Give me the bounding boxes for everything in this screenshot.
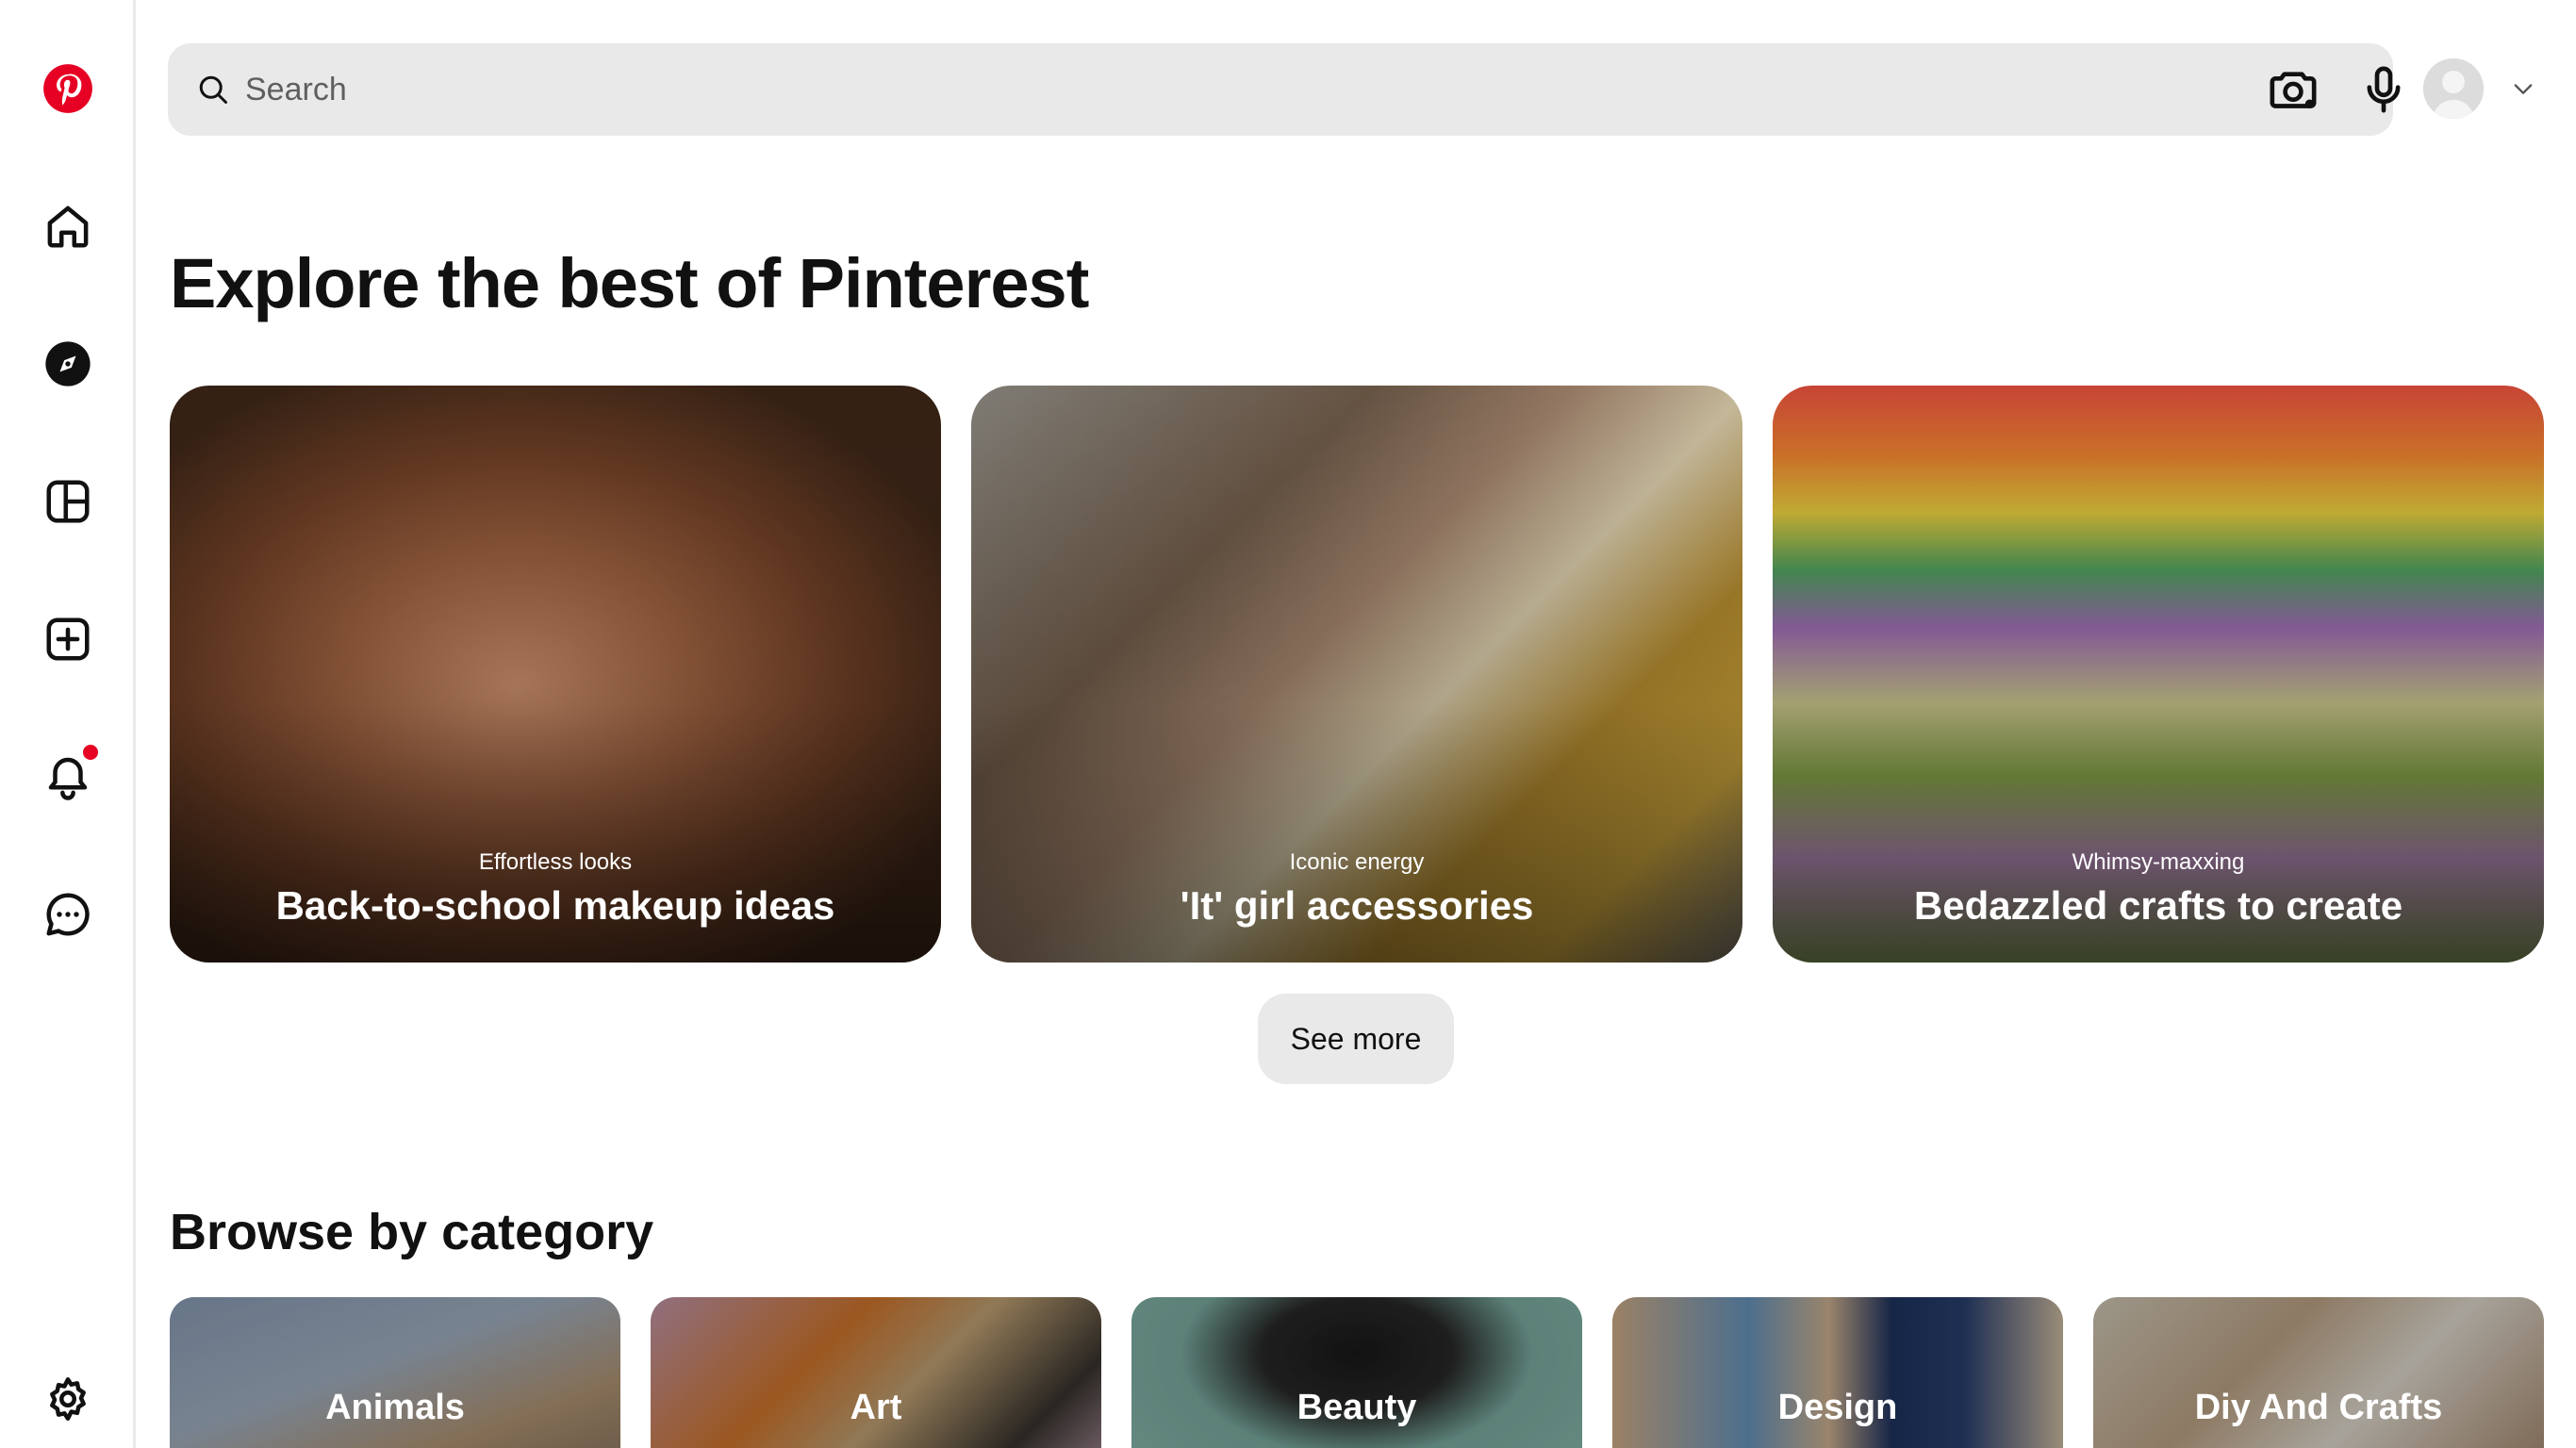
see-more-button[interactable]: See more bbox=[1258, 994, 1454, 1084]
category-tile-diy-and-crafts[interactable]: Diy And Crafts bbox=[2093, 1297, 2544, 1448]
card-overlay bbox=[971, 386, 1742, 963]
explore-card[interactable]: Whimsy-maxxing Bedazzled crafts to creat… bbox=[1773, 386, 2544, 963]
card-title: Back-to-school makeup ideas bbox=[275, 883, 835, 928]
explore-card[interactable]: Iconic energy 'It' girl accessories bbox=[971, 386, 1742, 963]
visual-search-camera-icon[interactable] bbox=[2263, 59, 2323, 120]
notifications-icon[interactable] bbox=[30, 739, 106, 814]
avatar-placeholder-icon bbox=[2423, 58, 2484, 119]
category-label: Animals bbox=[325, 1388, 465, 1427]
category-label: Design bbox=[1777, 1388, 1898, 1427]
boards-icon[interactable] bbox=[30, 464, 106, 539]
settings-icon[interactable] bbox=[30, 1361, 106, 1437]
explore-card[interactable]: Effortless looks Back-to-school makeup i… bbox=[170, 386, 941, 963]
category-tile-art[interactable]: Art bbox=[651, 1297, 1101, 1448]
card-title: 'It' girl accessories bbox=[1180, 883, 1534, 928]
microphone-icon[interactable] bbox=[2353, 59, 2414, 120]
category-label: Diy And Crafts bbox=[2194, 1388, 2443, 1427]
card-subtitle: Effortless looks bbox=[478, 849, 633, 875]
avatar[interactable] bbox=[2423, 58, 2484, 119]
sidebar bbox=[0, 0, 136, 1448]
category-tile-design[interactable]: Design bbox=[1612, 1297, 2063, 1448]
card-title: Bedazzled crafts to create bbox=[1913, 883, 2403, 928]
home-icon[interactable] bbox=[30, 189, 106, 264]
search-input[interactable] bbox=[245, 61, 2037, 118]
explore-icon[interactable] bbox=[30, 326, 106, 402]
category-tile-animals[interactable]: Animals bbox=[170, 1297, 620, 1448]
create-icon[interactable] bbox=[30, 601, 106, 677]
chevron-down-icon[interactable] bbox=[2508, 75, 2538, 102]
card-overlay bbox=[170, 386, 941, 963]
pinterest-logo-glyph bbox=[43, 64, 92, 113]
search-icon bbox=[199, 75, 227, 104]
card-subtitle: Whimsy-maxxing bbox=[2072, 849, 2245, 875]
page-title: Explore the best of Pinterest bbox=[170, 244, 1089, 322]
category-label: Beauty bbox=[1296, 1388, 1417, 1427]
card-overlay bbox=[1773, 386, 2544, 963]
section-title: Browse by category bbox=[170, 1204, 654, 1260]
card-subtitle: Iconic energy bbox=[1289, 849, 1425, 875]
notification-badge bbox=[83, 745, 98, 760]
category-label: Art bbox=[850, 1388, 902, 1427]
messages-icon[interactable] bbox=[30, 877, 106, 952]
category-tile-beauty[interactable]: Beauty bbox=[1131, 1297, 1582, 1448]
pinterest-logo-icon[interactable] bbox=[30, 51, 106, 126]
search-bar[interactable] bbox=[168, 43, 2401, 136]
